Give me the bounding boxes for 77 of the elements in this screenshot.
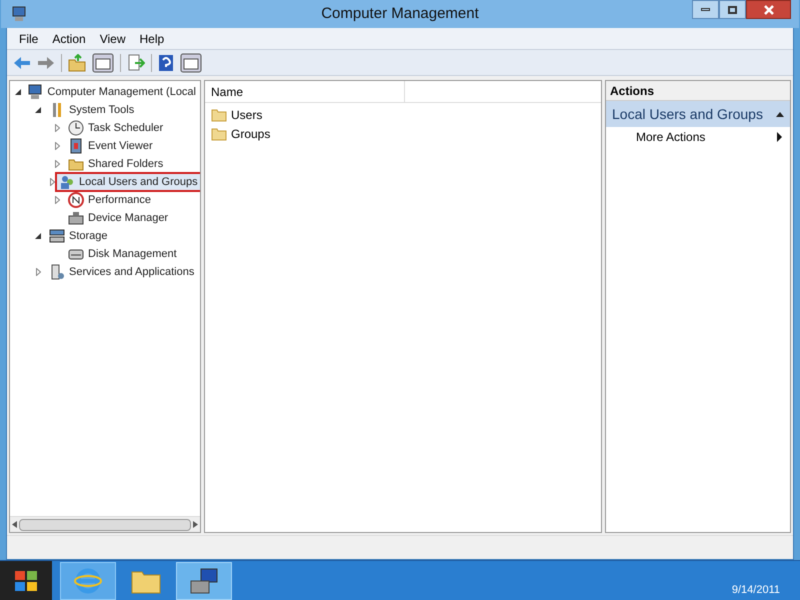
tree-item-label: Computer Management (Local [47, 84, 196, 100]
tree-item-label: Device Manager [88, 210, 168, 226]
tree-item-label: Disk Management [88, 246, 177, 262]
export-list-icon[interactable] [127, 54, 145, 72]
taskbar-button[interactable] [176, 562, 232, 600]
submenu-caret-icon [777, 132, 782, 142]
horizontal-scrollbar[interactable] [10, 516, 200, 532]
log-book-icon [68, 138, 84, 154]
scroll-right-icon[interactable] [193, 521, 198, 528]
tree-item[interactable]: Computer Management (Local [23, 82, 200, 102]
clock-icon [68, 120, 84, 136]
list-row-label: Groups [231, 126, 270, 142]
pane-toggle-icon[interactable] [92, 52, 114, 72]
back-arrow-icon[interactable] [13, 56, 31, 70]
action-item[interactable]: More Actions [606, 127, 790, 147]
actions-section-title: Local Users and Groups [612, 104, 763, 124]
tree-item-label: Event Viewer [88, 138, 153, 154]
forward-arrow-icon[interactable] [37, 56, 55, 70]
folder-icon [211, 108, 227, 122]
tree-item[interactable]: System Tools [45, 100, 138, 120]
tree-item[interactable]: Shared Folders [64, 154, 168, 174]
actions-header: Actions [606, 81, 790, 101]
collapsed-arrow-icon[interactable] [54, 142, 60, 150]
menu-item[interactable]: Action [46, 30, 92, 48]
expanded-arrow-icon[interactable] [35, 107, 41, 113]
actions-section-header[interactable]: Local Users and Groups [606, 101, 790, 127]
tree-item-label: Shared Folders [88, 156, 164, 172]
window-title: Computer Management [321, 4, 479, 24]
close-icon [764, 4, 774, 14]
device-icon [68, 210, 84, 226]
expanded-arrow-icon[interactable] [35, 233, 41, 239]
scroll-left-icon[interactable] [12, 521, 17, 528]
column-header[interactable]: Name [205, 81, 405, 102]
tree-item[interactable]: Device Manager [64, 208, 172, 228]
computer-icon [11, 6, 27, 22]
tree-item-label: System Tools [69, 102, 134, 118]
computer-icon [27, 84, 44, 100]
clock-date: 9/14/2011 [732, 582, 780, 598]
list-row-label: Users [231, 106, 262, 124]
tree-item-label: Task Scheduler [88, 120, 164, 136]
collapse-caret-icon[interactable] [776, 112, 784, 116]
menu-item[interactable]: File [13, 30, 44, 48]
minimize-button[interactable] [692, 0, 719, 19]
close-button[interactable] [746, 0, 791, 19]
tree-item-label: Local Users and Groups [79, 174, 198, 190]
pane-toggle-icon[interactable] [180, 52, 202, 72]
tree-item-label: Performance [88, 192, 151, 208]
collapsed-arrow-icon[interactable] [36, 268, 40, 276]
tree-item-label: Services and Applications [69, 264, 194, 280]
collapsed-arrow-icon[interactable] [54, 160, 60, 168]
users-icon [59, 174, 75, 190]
collapsed-arrow-icon[interactable] [54, 124, 60, 132]
menu-item[interactable]: Help [134, 30, 170, 48]
tree-item[interactable]: Performance [64, 190, 155, 210]
tree-item[interactable]: Disk Management [64, 244, 181, 264]
collapsed-arrow-icon[interactable] [54, 196, 60, 204]
list-row[interactable]: Groups [205, 124, 601, 143]
tree-item[interactable]: Storage [45, 226, 112, 246]
computer-toolbox-icon [189, 566, 219, 594]
folder-up-icon[interactable] [68, 54, 86, 72]
collapsed-arrow-icon[interactable] [50, 178, 55, 186]
action-item-label: More Actions [636, 129, 706, 146]
storage-icon [49, 228, 65, 244]
maximize-button[interactable] [719, 0, 746, 19]
menu-item[interactable]: View [94, 30, 132, 48]
list-row[interactable]: Users [205, 105, 601, 124]
windows-logo-icon [14, 568, 38, 592]
help-icon[interactable] [158, 54, 174, 72]
tree-item[interactable]: Event Viewer [64, 136, 157, 156]
folder-icon [211, 126, 227, 140]
tree-item[interactable]: Services and Applications [45, 262, 198, 282]
highlighted-tree-item[interactable]: Local Users and Groups [55, 172, 200, 192]
tree-item-label: Storage [69, 228, 108, 244]
start-button[interactable] [0, 560, 52, 600]
expanded-arrow-icon[interactable] [14, 89, 21, 95]
tree-item[interactable]: Task Scheduler [64, 118, 168, 138]
server-icon [49, 264, 65, 280]
